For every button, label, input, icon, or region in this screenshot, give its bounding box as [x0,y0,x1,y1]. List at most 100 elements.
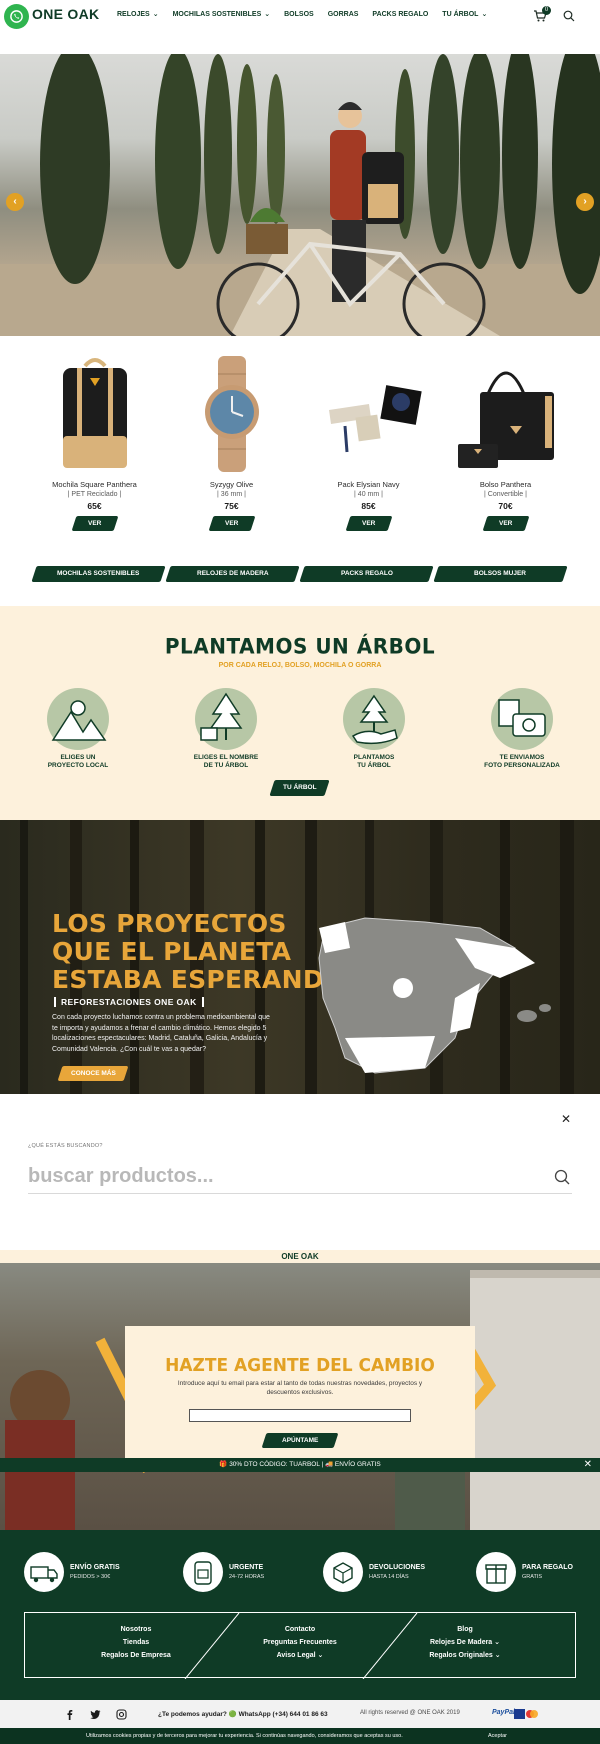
whatsapp-icon[interactable] [4,4,29,29]
product-price: 75€ [224,501,239,511]
nav-label: PACKS REGALO [372,10,429,18]
cookie-accept-button[interactable]: Aceptar [488,1728,507,1744]
button-label: TU ÁRBOL [282,784,317,791]
newsletter-section: ONE OAK HAZTE AGENTE DEL CAMBIO Introduc… [0,1250,600,1530]
nav-label: TU ÁRBOL [442,10,479,18]
projects-subtitle: REFORESTACIONES ONE OAK [54,997,204,1007]
instagram-icon[interactable] [116,1709,127,1720]
subscribe-button[interactable]: APÚNTAME [261,1433,339,1448]
category-button-packs[interactable]: PACKS REGALO [299,566,434,582]
nav-item-bolsos[interactable]: BOLSOS [284,10,314,18]
projects-title: LOS PROYECTOS QUE EL PLANETA ESTABA ESPE… [52,910,345,994]
category-button-mochilas[interactable]: MOCHILAS SOSTENIBLES [31,566,166,582]
button-label: APÚNTAME [281,1437,319,1444]
product-card[interactable]: Pack Elysian Navy | 40 mm | 85€ VER [300,354,437,531]
card-logos-icon [514,1709,538,1719]
close-icon[interactable]: ✕ [561,1112,571,1126]
product-grid: Mochila Square Panthera | PET Reciclado … [0,354,600,544]
category-button-relojes[interactable]: RELOJES DE MADERA [165,566,300,582]
product-price: 85€ [361,501,376,511]
search-icon[interactable] [563,10,575,22]
tree-step: ELIGES EL NOMBRE DE TU ÁRBOL [166,688,286,770]
footer-link-regalos[interactable]: Regalos Originales ⌄ [390,1649,540,1662]
product-name: Mochila Square Panthera [52,480,137,489]
nav-item-mochilas[interactable]: MOCHILAS SOSTENIBLES ⌄ [172,10,271,19]
tu-arbol-button[interactable]: TU ÁRBOL [269,780,330,796]
conoce-mas-button[interactable]: CONOCE MÁS [57,1066,129,1081]
product-view-button[interactable]: VER [482,516,529,531]
chevron-down-icon: ⌄ [152,11,159,18]
truck-icon [24,1552,64,1592]
nav-item-packs[interactable]: PACKS REGALO [372,10,428,18]
product-view-button[interactable]: VER [345,516,392,531]
nav-label: GORRAS [327,10,359,18]
product-card[interactable]: Syzygy Olive | 36 mm | 75€ VER [163,354,300,531]
help-contact[interactable]: ¿Te podemos ayudar? 🟢 WhatsApp (+34) 644… [158,1710,328,1718]
title-line: ESTABA ESPERANDO [52,965,346,994]
nav-item-tu-arbol[interactable]: TU ÁRBOL ⌄ [442,10,487,19]
perk-title: URGENTE [229,1564,264,1571]
link-label: Regalos Originales [429,1652,493,1659]
search-icon[interactable] [554,1169,570,1185]
paypal-logo: PayPal [492,1709,515,1716]
footer-link[interactable]: Contacto [225,1623,375,1636]
site-logo[interactable]: ONE OAK [32,6,99,22]
section-title: PLANTAMOS UN ÁRBOL [164,633,436,659]
close-icon[interactable]: ✕ [584,1458,592,1472]
button-label: VER [498,520,513,527]
product-name: Pack Elysian Navy [337,480,400,489]
hero-image [0,54,600,336]
tree-step: TE ENVIAMOS FOTO PERSONALIZADA [462,688,582,770]
tree-step: ELIGES UN PROYECTO LOCAL [18,688,138,770]
search-input[interactable] [28,1160,572,1194]
plant-tree-section: PLANTAMOS UN ÁRBOL POR CADA RELOJ, BOLSO… [0,606,600,820]
footer-link[interactable]: Nosotros [61,1623,211,1636]
perk-item: URGENTE 24-72 HORAS [183,1552,264,1592]
chevron-down-icon: ⌄ [494,1652,501,1659]
footer-link-aviso[interactable]: Aviso Legal ⌄ [225,1649,375,1662]
link-label: Relojes De Madera [429,1639,493,1646]
backpack-icon [183,1552,223,1592]
button-label: RELOJES DE MADERA [196,570,269,577]
projects-description: Con cada proyecto luchamos contra un pro… [52,1014,270,1053]
product-view-button[interactable]: VER [71,516,118,531]
facebook-icon[interactable] [64,1709,75,1720]
product-price: 70€ [498,501,513,511]
perk-title: PARA REGALO [522,1564,573,1571]
mountain-icon [47,688,109,750]
footer-links: Nosotros Tiendas Regalos De Empresa Cont… [24,1612,576,1679]
perk-title: ENVÍO GRATIS [70,1564,120,1571]
perk-title: DEVOLUCIONES [369,1564,426,1571]
nav-item-gorras[interactable]: GORRAS [328,10,359,18]
nav-item-relojes[interactable]: RELOJES ⌄ [117,10,159,19]
email-field[interactable] [189,1409,411,1422]
site-header: ONE OAK RELOJES ⌄ MOCHILAS SOSTENIBLES ⌄ B… [0,0,600,32]
footer-link[interactable]: Tiendas [61,1636,211,1649]
twitter-icon[interactable] [90,1709,101,1720]
newsletter-text: Introduce aquí tu email para estar al ta… [177,1380,423,1396]
promo-text: 🎁 30% DTO CÓDIGO: TUARBOL | 🚚 ENVÍO GRAT… [219,1461,381,1468]
step-label: ELIGES EL NOMBRE DE TU ÁRBOL [193,754,259,769]
hero-prev-arrow[interactable]: ‹ [6,193,24,211]
hero-slider: ‹ › [0,54,600,336]
hero-next-arrow[interactable]: › [576,193,594,211]
button-label: PACKS REGALO [340,570,393,577]
product-variant: | 36 mm | [217,491,246,498]
footer-link[interactable]: Blog [390,1623,540,1636]
footer-link[interactable]: Regalos De Empresa [61,1649,211,1662]
projects-section: LOS PROYECTOS QUE EL PLANETA ESTABA ESPE… [0,820,600,1094]
step-label: PLANTAMOS TU ÁRBOL [353,754,395,769]
product-card[interactable]: Bolso Panthera | Convertible | 70€ VER [437,354,574,531]
category-button-bolsos[interactable]: BOLSOS MUJER [433,566,568,582]
chevron-down-icon: ⌄ [264,11,271,18]
main-nav: RELOJES ⌄ MOCHILAS SOSTENIBLES ⌄ BOLSOS GO… [117,10,487,19]
nav-label: MOCHILAS SOSTENIBLES [172,10,262,18]
product-card[interactable]: Mochila Square Panthera | PET Reciclado … [26,354,163,531]
footer-link-relojes[interactable]: Relojes De Madera ⌄ [390,1636,540,1649]
product-view-button[interactable]: VER [208,516,255,531]
footer-link[interactable]: Preguntas Frecuentes [225,1636,375,1649]
product-variant: | PET Reciclado | [67,491,122,498]
step-label: ELIGES UN PROYECTO LOCAL [47,754,109,769]
perk-subtitle: 24-72 HORAS [229,1574,265,1580]
title-line: LOS PROYECTOS [52,909,287,938]
